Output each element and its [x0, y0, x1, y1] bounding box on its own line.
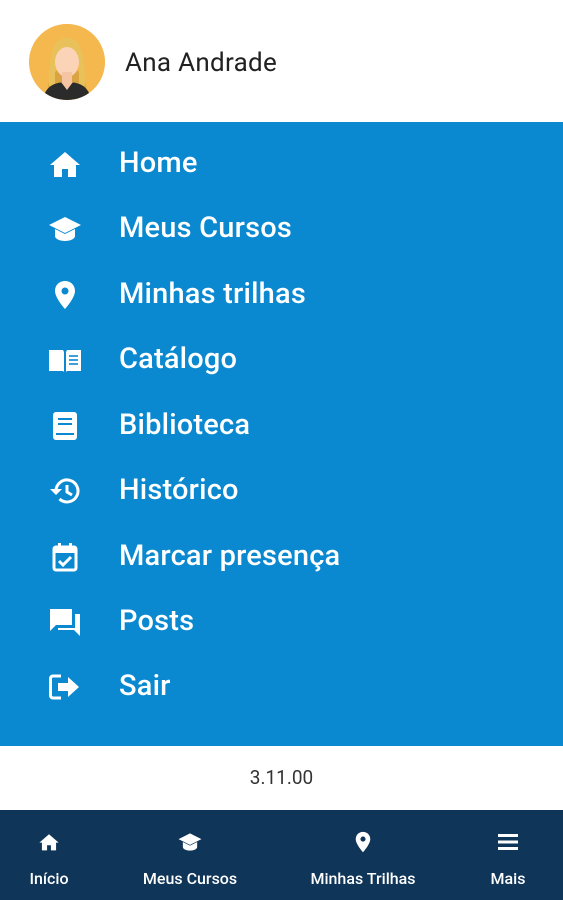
nav-item-meus-cursos[interactable]: Meus Cursos	[120, 810, 260, 900]
menu-item-label: Biblioteca	[119, 408, 251, 442]
map-pin-icon	[46, 280, 84, 310]
home-icon	[46, 149, 84, 179]
hamburger-menu-icon	[470, 828, 546, 856]
menu-item-home[interactable]: Home	[0, 134, 563, 194]
menu-item-minhas-trilhas[interactable]: Minhas trilhas	[0, 265, 563, 325]
menu-item-biblioteca[interactable]: Biblioteca	[0, 396, 563, 456]
menu-item-sair[interactable]: Sair	[0, 657, 563, 717]
nav-item-label: Minhas Trilhas	[310, 869, 416, 888]
nav-item-label: Mais	[490, 869, 526, 888]
bottom-navigation: Início Meus Cursos Minhas Trilhas Mais	[0, 810, 563, 900]
nav-item-inicio[interactable]: Início	[0, 810, 98, 900]
nav-item-label: Meus Cursos	[142, 869, 238, 888]
avatar[interactable]	[29, 24, 105, 100]
calendar-check-icon	[46, 542, 84, 572]
graduation-cap-icon	[120, 828, 260, 856]
menu-item-label: Sair	[119, 669, 171, 703]
app-version: 3.11.00	[249, 766, 314, 789]
menu-item-label: Marcar presença	[119, 539, 341, 573]
history-icon	[46, 476, 84, 506]
menu-item-label: Catálogo	[119, 342, 238, 376]
menu-item-label: Home	[119, 146, 198, 180]
menu-item-label: Meus Cursos	[119, 211, 292, 245]
book-icon	[46, 411, 84, 441]
home-icon	[0, 828, 98, 856]
menu-item-catalogo[interactable]: Catálogo	[0, 330, 563, 390]
profile-header: Ana Andrade	[0, 0, 563, 122]
menu-item-meus-cursos[interactable]: Meus Cursos	[0, 199, 563, 259]
menu-item-label: Histórico	[119, 473, 239, 507]
menu-item-label: Minhas trilhas	[119, 277, 306, 311]
nav-item-label: Início	[29, 869, 69, 888]
user-name: Ana Andrade	[125, 48, 278, 78]
nav-item-minhas-trilhas[interactable]: Minhas Trilhas	[290, 810, 436, 900]
menu-item-posts[interactable]: Posts	[0, 592, 563, 652]
drawer-menu: Home Meus Cursos Minhas trilhas Catálogo…	[0, 122, 563, 746]
menu-item-historico[interactable]: Histórico	[0, 461, 563, 521]
chat-bubbles-icon	[46, 607, 84, 637]
open-book-icon	[46, 345, 84, 375]
nav-item-mais[interactable]: Mais	[470, 810, 546, 900]
sign-out-icon	[46, 672, 84, 702]
graduation-cap-icon	[46, 214, 84, 244]
version-area: 3.11.00	[0, 746, 563, 810]
menu-item-label: Posts	[119, 604, 195, 638]
map-pin-icon	[290, 828, 436, 856]
menu-item-marcar-presenca[interactable]: Marcar presença	[0, 527, 563, 587]
